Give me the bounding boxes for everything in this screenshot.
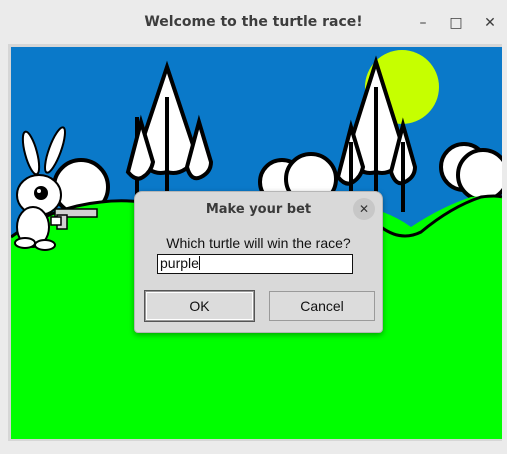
close-window-button[interactable]: ✕	[481, 14, 499, 32]
bet-dialog: Make your bet ✕ Which turtle will win th…	[134, 191, 383, 333]
title-bar[interactable]: Welcome to the turtle race! – □ ✕	[0, 0, 507, 44]
maximize-button[interactable]: □	[447, 14, 465, 32]
dialog-close-button[interactable]: ✕	[353, 198, 375, 220]
bet-input[interactable]: purple	[157, 254, 353, 274]
minimize-button[interactable]: –	[414, 14, 432, 32]
bet-input-value: purple	[160, 255, 199, 271]
ok-button[interactable]: OK	[145, 291, 254, 321]
dialog-prompt: Which turtle will win the race?	[166, 235, 351, 251]
cancel-button[interactable]: Cancel	[269, 291, 375, 321]
dialog-title: Make your bet	[205, 202, 312, 217]
app-window: Welcome to the turtle race! – □ ✕ Make y…	[0, 0, 507, 454]
text-caret	[198, 256, 200, 270]
